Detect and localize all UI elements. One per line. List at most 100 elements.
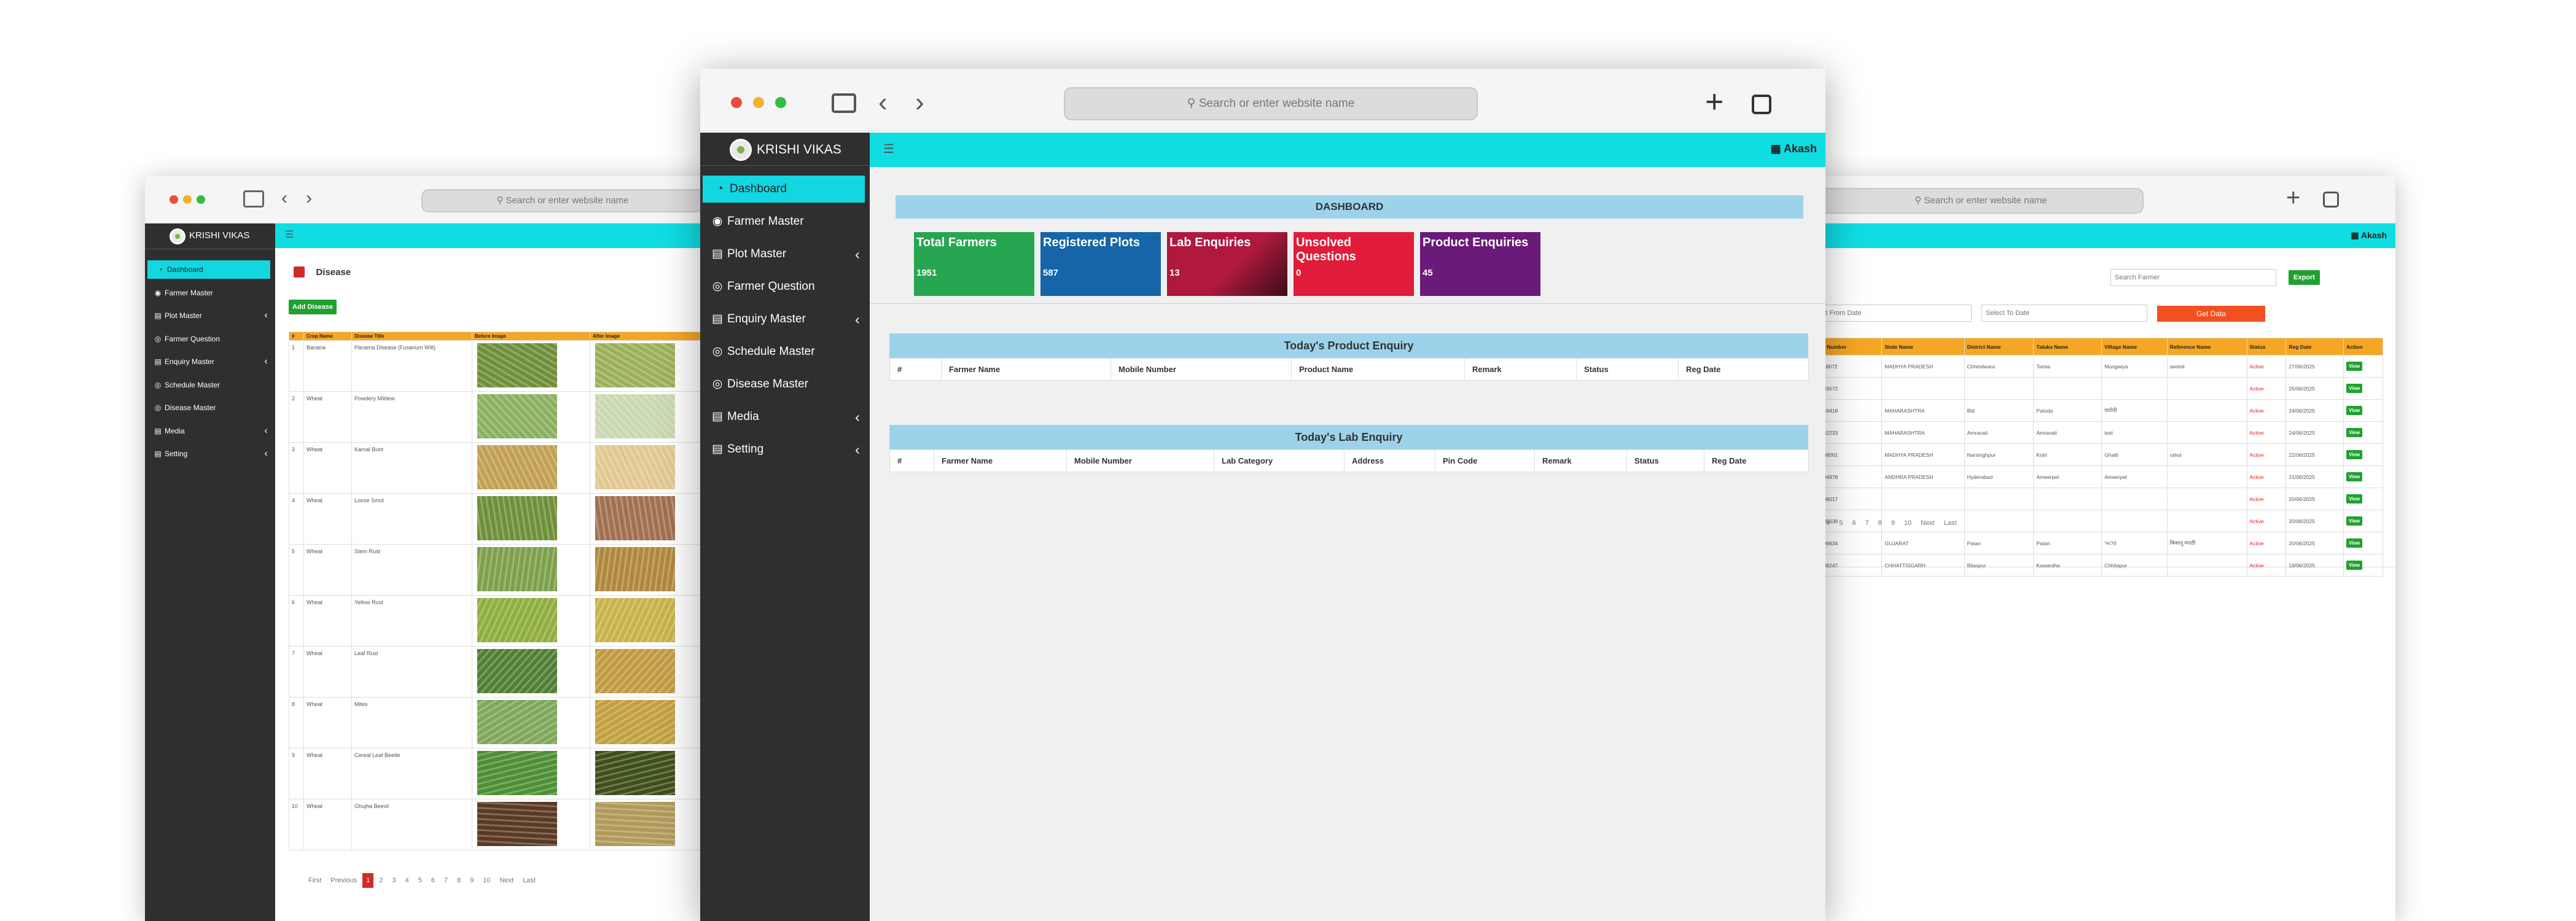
stat-card-product-enquiries[interactable]: Product Enquiries 45 [1420,232,1540,296]
sidebar-item-enquiry-master[interactable]: ▤ Enquiry Master ‹ [145,352,275,371]
menu-icon[interactable]: ☰ [285,228,294,241]
before-image[interactable] [477,649,557,693]
after-image[interactable] [595,394,675,438]
back-icon[interactable]: ‹ [281,188,287,209]
after-image[interactable] [595,751,675,795]
column-header[interactable]: Remark [1464,358,1577,381]
page-link[interactable]: 9 [466,873,477,888]
column-header[interactable]: Reg Date [1678,358,1809,381]
column-header[interactable]: Status [1576,358,1679,381]
before-image[interactable] [477,751,557,795]
column-header[interactable]: Status [2246,338,2287,356]
sidebar-item-setting[interactable]: ▤ Setting ‹ [700,436,870,463]
to-date-input[interactable] [1981,305,2147,322]
stat-card-registered-plots[interactable]: Registered Plots 587 [1040,232,1161,296]
sidebar-item-farmer-master[interactable]: ◉ Farmer Master [700,208,870,235]
before-image[interactable] [477,802,557,846]
page-link[interactable]: Last [519,873,539,888]
column-header[interactable]: Before Image [472,332,590,341]
search-farmer-input[interactable] [2110,269,2276,286]
sidebar-item-setting[interactable]: ▤ Setting ‹ [145,445,275,463]
column-header[interactable]: State Name [1881,338,1965,356]
before-image[interactable] [477,700,557,744]
page-link[interactable]: Previous [327,873,361,888]
view-button[interactable]: View [2346,384,2363,393]
column-header[interactable]: Reference Name [2166,338,2247,356]
view-button[interactable]: View [2346,561,2363,570]
after-image[interactable] [595,649,675,693]
page-link[interactable]: 2 [375,873,386,888]
before-image[interactable] [477,343,557,387]
column-header[interactable]: District Name [1964,338,2034,356]
sidebar-item-disease-master[interactable]: ◎ Disease Master [700,371,870,398]
page-link[interactable]: 9 [1887,516,1899,530]
page-link[interactable]: 6 [1848,516,1859,530]
view-button[interactable]: View [2346,494,2363,503]
sidebar-toggle-icon[interactable] [832,93,856,113]
view-button[interactable]: View [2346,516,2363,526]
after-image[interactable] [595,700,675,744]
page-link[interactable]: 10 [1900,516,1915,530]
user-menu[interactable]: ▦ Akash [1771,142,1817,155]
minimize-dot[interactable] [183,195,192,204]
tabs-overview-icon[interactable] [1752,95,1771,114]
column-header[interactable]: Mobile Number [1110,358,1292,381]
sidebar-item-farmer-question[interactable]: ◎ Farmer Question [700,273,870,300]
column-header[interactable]: Action [2343,338,2383,356]
stat-card-unsolved-questions[interactable]: Unsolved Questions 0 [1294,232,1414,296]
url-bar[interactable]: ⚲ Search or enter website name [1064,87,1478,120]
menu-icon[interactable]: ☰ [883,141,894,157]
column-header[interactable]: Farmer Name [934,449,1067,472]
sidebar-item-enquiry-master[interactable]: ▤ Enquiry Master ‹ [700,306,870,333]
forward-icon[interactable]: › [306,188,312,209]
page-link[interactable]: 7 [440,873,451,888]
column-header[interactable]: Village Name [2101,338,2168,356]
sidebar-item-dashboard[interactable]: ◔ Dashboard [703,176,865,203]
column-header[interactable]: Status [1626,449,1704,472]
close-dot[interactable] [731,97,742,108]
page-link[interactable]: Next [496,873,518,888]
sidebar-item-farmer-question[interactable]: ◎ Farmer Question [145,330,275,348]
page-link[interactable]: 5 [415,873,426,888]
view-button[interactable]: View [2346,428,2363,437]
sidebar-item-plot-master[interactable]: ▤ Plot Master ‹ [145,306,275,325]
before-image[interactable] [477,547,557,591]
sidebar-toggle-icon[interactable] [243,190,264,208]
column-header[interactable]: Farmer Name [941,358,1111,381]
stat-card-total-farmers[interactable]: Total Farmers 1951 [914,232,1034,296]
view-button[interactable]: View [2346,538,2363,548]
column-header[interactable]: Address [1344,449,1435,472]
tabs-overview-icon[interactable] [2323,192,2339,208]
page-link[interactable]: 6 [427,873,439,888]
column-header[interactable]: Taluka Name [2033,338,2102,356]
new-tab-icon[interactable]: + [1705,84,1723,120]
page-link[interactable]: 3 [388,873,399,888]
sidebar-item-plot-master[interactable]: ▤ Plot Master ‹ [700,241,870,268]
user-menu[interactable]: ▦ Akash [2351,230,2387,241]
after-image[interactable] [595,802,675,846]
from-date-input[interactable] [1806,305,1972,322]
page-link[interactable]: Next [1917,516,1938,530]
page-link[interactable]: First [305,873,325,888]
view-button[interactable]: View [2346,362,2363,371]
sidebar-item-disease-master[interactable]: ◎ Disease Master [145,398,275,417]
forward-icon[interactable]: › [915,87,924,118]
new-tab-icon[interactable]: + [2286,184,2300,212]
export-button[interactable]: Export [2289,270,2320,285]
column-header[interactable]: # [889,449,934,472]
sidebar-item-media[interactable]: ▤ Media ‹ [145,422,275,440]
sidebar-item-farmer-master[interactable]: ◉ Farmer Master [145,284,275,302]
page-link[interactable]: 7 [1862,516,1873,530]
page-link[interactable]: 10 [479,873,494,888]
back-icon[interactable]: ‹ [878,87,888,118]
view-button[interactable]: View [2346,406,2363,415]
after-image[interactable] [595,343,675,387]
column-header[interactable]: Disease Title [351,332,472,341]
column-header[interactable]: Reg Date [1704,449,1809,472]
page-link[interactable]: 1 [362,873,374,888]
after-image[interactable] [595,445,675,489]
column-header[interactable]: # [889,358,942,381]
before-image[interactable] [477,445,557,489]
column-header[interactable]: Product Name [1291,358,1465,381]
url-bar[interactable]: ⚲ Search or enter website name [1818,188,2144,214]
